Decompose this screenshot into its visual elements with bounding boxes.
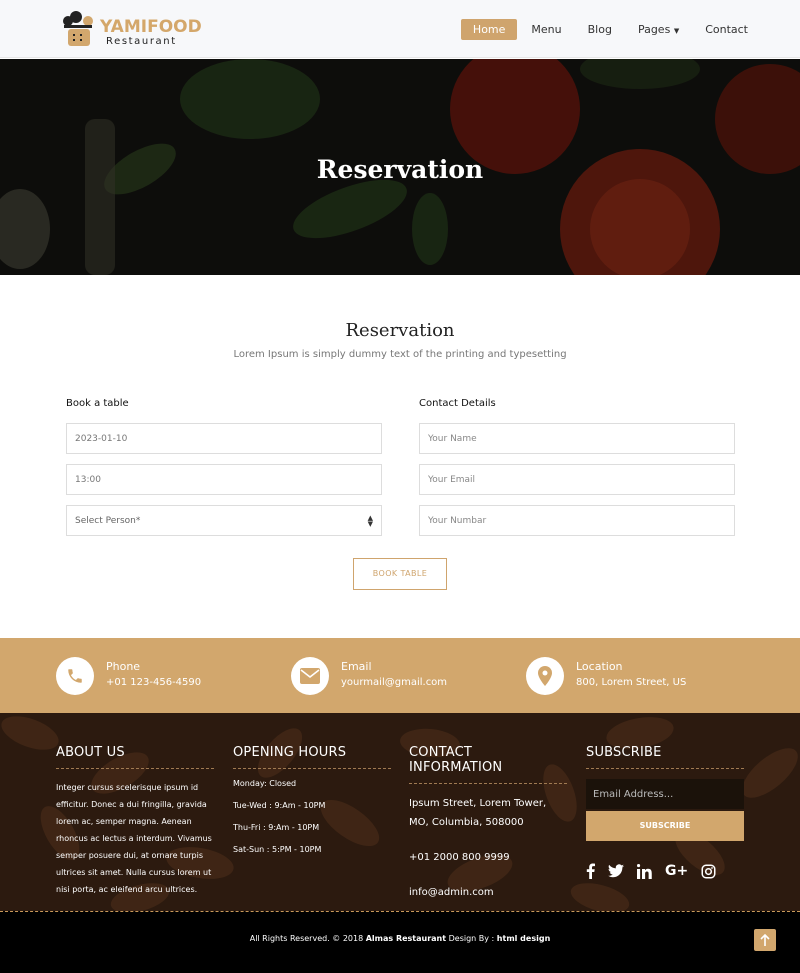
- contact-phone: Phone +01 123-456-4590: [56, 657, 276, 697]
- contact-phone-number: +01 2000 800 9999: [409, 852, 510, 863]
- person-select[interactable]: Select Person* ▲ ▼: [66, 505, 382, 536]
- hours-line: Tue-Wed : 9:Am - 10PM: [233, 801, 326, 810]
- name-placeholder: Your Name: [428, 433, 477, 444]
- date-input[interactable]: 2023-01-10: [66, 423, 382, 454]
- email-value: yourmail@gmail.com: [341, 677, 448, 688]
- footer-hours: OPENING HOURS Monday: Closed Tue-Wed : 9…: [233, 745, 391, 867]
- hours-heading: OPENING HOURS: [233, 745, 391, 769]
- designer-link[interactable]: html design: [497, 934, 550, 943]
- brand-tagline: Restaurant: [106, 36, 177, 47]
- copyright-mid: Design By :: [446, 934, 497, 943]
- hero-banner: Reservation: [0, 59, 800, 275]
- top-navbar: YAMIFOOD Restaurant Home Menu Blog Pages…: [0, 0, 800, 58]
- brand-name: YAMIFOOD: [100, 17, 202, 37]
- hours-line: Monday: Closed: [233, 779, 297, 788]
- location-label: Location: [576, 660, 623, 673]
- contact-details-heading: Contact Details: [419, 398, 496, 409]
- contact-location: Location 800, Lorem Street, US: [526, 657, 746, 697]
- back-to-top-button[interactable]: [754, 929, 776, 951]
- email-placeholder: Your Email: [428, 474, 476, 485]
- footer-subscribe: SUBSCRIBE Email Address... SUBSCRIBE G+: [586, 745, 744, 879]
- contact-info-band: Phone +01 123-456-4590 Email yourmail@gm…: [0, 638, 800, 713]
- about-text: Integer cursus scelerisque ipsum id effi…: [56, 783, 212, 894]
- phone-icon: [56, 657, 94, 695]
- location-value: 800, Lorem Street, US: [576, 677, 687, 688]
- hero-title: Reservation: [316, 155, 484, 184]
- number-input[interactable]: Your Numbar: [419, 505, 735, 536]
- contact-address: Ipsum Street, Lorem Tower, MO, Columbia,…: [409, 798, 547, 828]
- phone-value: +01 123-456-4590: [106, 677, 202, 688]
- nav-item-home[interactable]: Home: [460, 19, 518, 40]
- envelope-icon: [291, 657, 329, 695]
- nav-item-contact[interactable]: Contact: [693, 19, 760, 40]
- arrow-up-icon: [760, 933, 770, 946]
- subscribe-email-placeholder: Email Address...: [593, 788, 674, 800]
- contact-info-heading: CONTACT INFORMATION: [409, 745, 567, 784]
- subscribe-heading: SUBSCRIBE: [586, 745, 744, 769]
- book-table-button[interactable]: BOOK TABLE: [353, 558, 447, 590]
- twitter-icon[interactable]: [608, 864, 624, 878]
- subscribe-button[interactable]: SUBSCRIBE: [586, 811, 744, 841]
- map-pin-icon: [526, 657, 564, 695]
- nav-item-pages[interactable]: Pages ▼: [626, 19, 691, 40]
- contact-email: Email yourmail@gmail.com: [291, 657, 511, 697]
- date-value: 2023-01-10: [75, 433, 128, 444]
- about-heading: ABOUT US: [56, 745, 214, 769]
- email-input[interactable]: Your Email: [419, 464, 735, 495]
- chef-logo-icon: [63, 11, 93, 46]
- person-select-value: Select Person*: [75, 515, 141, 526]
- nav-item-pages-label: Pages: [637, 23, 671, 36]
- facebook-icon[interactable]: [586, 863, 595, 879]
- nav-item-menu[interactable]: Menu: [519, 19, 573, 40]
- social-links: G+: [586, 863, 744, 879]
- instagram-icon[interactable]: [701, 864, 716, 879]
- copyright-text: All Rights Reserved. © 2018 Almas Restau…: [0, 934, 800, 943]
- linkedin-icon[interactable]: [637, 863, 652, 879]
- footer-contact: CONTACT INFORMATION Ipsum Street, Lorem …: [409, 745, 567, 902]
- name-input[interactable]: Your Name: [419, 423, 735, 454]
- caret-down-icon: ▼: [673, 27, 680, 35]
- copyright-bar: All Rights Reserved. © 2018 Almas Restau…: [0, 911, 800, 973]
- nav-menu: Home Menu Blog Pages ▼ Contact: [459, 19, 760, 40]
- book-table-heading: Book a table: [66, 398, 129, 409]
- hours-line: Thu-Fri : 9:Am - 10PM: [233, 823, 320, 832]
- time-value: 13:00: [75, 474, 101, 485]
- reservation-subtitle: Lorem Ipsum is simply dummy text of the …: [233, 349, 567, 360]
- email-label: Email: [341, 660, 372, 673]
- reservation-title: Reservation: [345, 320, 455, 341]
- subscribe-email-input[interactable]: Email Address...: [586, 779, 744, 809]
- nav-item-blog[interactable]: Blog: [576, 19, 624, 40]
- select-arrows-icon: ▲ ▼: [367, 513, 373, 528]
- contact-email-link[interactable]: info@admin.com: [409, 883, 567, 902]
- phone-label: Phone: [106, 660, 141, 673]
- brand-logo[interactable]: YAMIFOOD Restaurant: [56, 10, 202, 50]
- time-input[interactable]: 13:00: [66, 464, 382, 495]
- hours-line: Sat-Sun : 5:PM - 10PM: [233, 845, 322, 854]
- number-placeholder: Your Numbar: [428, 515, 487, 526]
- footer: ABOUT US Integer cursus scelerisque ipsu…: [0, 713, 800, 911]
- footer-about: ABOUT US Integer cursus scelerisque ipsu…: [56, 745, 214, 898]
- company-link[interactable]: Almas Restaurant: [366, 934, 446, 943]
- copyright-prefix: All Rights Reserved. © 2018: [249, 934, 366, 943]
- google-plus-icon[interactable]: G+: [665, 863, 688, 879]
